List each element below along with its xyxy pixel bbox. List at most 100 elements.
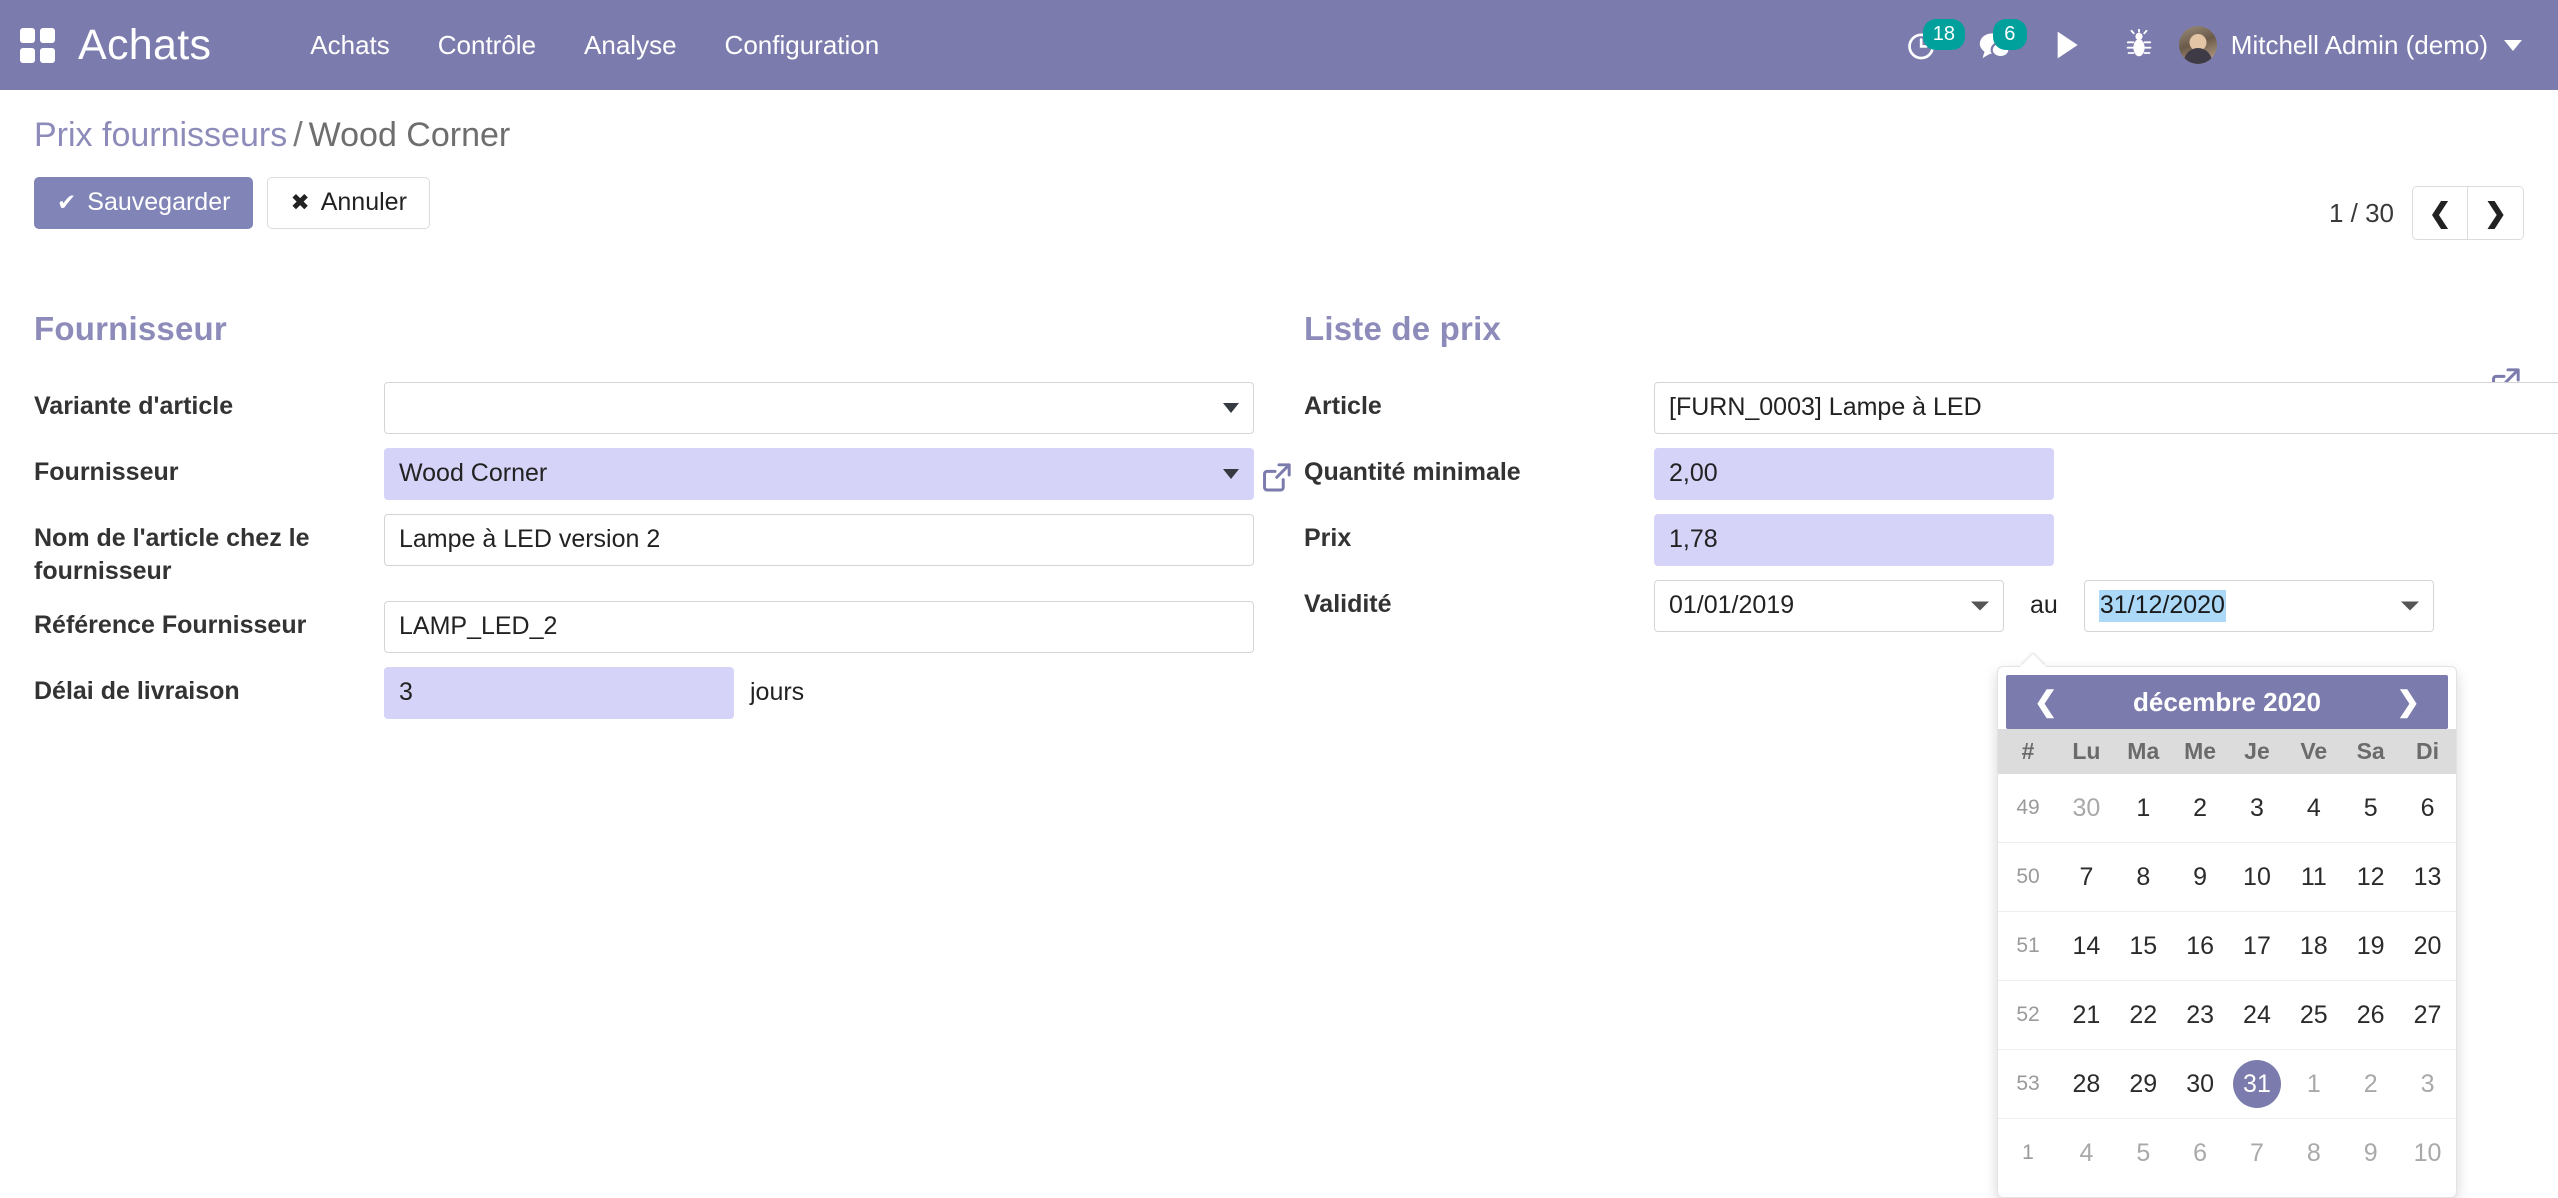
min-qty-input[interactable]: 2,00 — [1654, 447, 2054, 500]
datepicker-week-number: 49 — [2016, 796, 2040, 819]
app-brand-title[interactable]: Achats — [78, 21, 211, 70]
pager-previous-button[interactable]: ❮ — [2412, 186, 2468, 240]
run-button[interactable] — [2031, 17, 2103, 73]
datepicker-day-cell[interactable]: 4 — [2285, 774, 2342, 843]
product-name-input[interactable]: Lampe à LED version 2 — [384, 513, 1254, 566]
validity-date-from-input[interactable]: 01/01/2019 — [1654, 579, 2004, 632]
field-label-min-qty: Quantité minimale — [1263, 448, 1654, 494]
menu-item-analyse[interactable]: Analyse — [560, 20, 701, 71]
breadcrumb-root-link[interactable]: Prix fournisseurs — [34, 116, 287, 154]
field-label-validity: Validité — [1304, 589, 1392, 618]
datepicker-day-cell[interactable]: 20 — [2399, 911, 2456, 981]
datepicker-day-cell[interactable]: 19 — [2342, 911, 2400, 981]
min-qty-value: 2,00 — [1669, 459, 1718, 487]
datepicker-day-cell[interactable]: 13 — [2399, 842, 2456, 912]
price-input[interactable]: 1,78 — [1654, 513, 2054, 566]
apps-grid-cell — [19, 47, 35, 63]
datepicker-day-cell[interactable]: 12 — [2342, 842, 2400, 912]
min-qty-external-link-icon[interactable] — [1260, 460, 1294, 494]
datepicker-day-label: 6 — [2193, 1138, 2208, 1167]
datepicker-day-cell[interactable]: 24 — [2228, 980, 2286, 1050]
datepicker-day-cell[interactable]: 30 — [2058, 774, 2115, 843]
datepicker-day-label: 26 — [2356, 1000, 2385, 1029]
record-action-buttons: ✔ Sauvegarder ✖ Annuler — [34, 177, 2524, 229]
datepicker-day-cell[interactable]: 21 — [2058, 980, 2115, 1050]
datepicker-day-cell[interactable]: 6 — [2171, 1118, 2229, 1187]
datepicker-week-number: 53 — [1998, 1049, 2058, 1119]
debug-menu-button[interactable] — [2103, 17, 2175, 73]
datepicker-previous-month-button[interactable]: ❮ — [2028, 686, 2063, 718]
datepicker-day-cell[interactable]: 25 — [2285, 980, 2343, 1050]
pager-next-button[interactable]: ❯ — [2468, 186, 2524, 240]
datepicker-day-cell[interactable]: 22 — [2114, 980, 2172, 1050]
datepicker-day-cell[interactable]: 7 — [2058, 842, 2115, 912]
datepicker-day-cell[interactable]: 2 — [2172, 774, 2229, 843]
messages-menu-button[interactable]: 6 — [1959, 17, 2031, 73]
datepicker-day-cell[interactable]: 11 — [2285, 842, 2343, 912]
datepicker-day-cell[interactable]: 8 — [2114, 842, 2172, 912]
datepicker-day-cell[interactable]: 29 — [2114, 1049, 2172, 1119]
datepicker-day-label: 19 — [2356, 931, 2385, 960]
datepicker-day-cell[interactable]: 5 — [2342, 774, 2399, 843]
menu-item-achats[interactable]: Achats — [286, 20, 414, 71]
save-button[interactable]: ✔ Sauvegarder — [34, 177, 254, 229]
datepicker-week-row: 51 14 15 16 17 18 19 20 — [1998, 911, 2456, 981]
field-product-code: Référence Fournisseur LAMP_LED_2 — [34, 600, 1274, 655]
datepicker-day-cell[interactable]: 10 — [2399, 1118, 2456, 1187]
datepicker-day-cell[interactable]: 1 — [2115, 774, 2172, 843]
datepicker-day-cell[interactable]: 5 — [2114, 1118, 2172, 1187]
messages-count-badge: 6 — [1992, 19, 2027, 50]
apps-grid-icon[interactable] — [18, 26, 56, 64]
datepicker-day-label: 8 — [2306, 1138, 2321, 1167]
datepicker-day-label: 7 — [2250, 1138, 2264, 1167]
datepicker-day-cell[interactable]: 23 — [2171, 980, 2229, 1050]
datepicker-day-cell[interactable]: 30 — [2171, 1049, 2229, 1119]
datepicker-header: ❮ décembre 2020 ❯ — [2006, 675, 2448, 729]
field-vendor: Fournisseur Wood Corner — [34, 447, 1274, 502]
datepicker-day-cell[interactable]: 9 — [2342, 1118, 2400, 1187]
discard-button[interactable]: ✖ Annuler — [267, 177, 430, 229]
datepicker-day-cell[interactable]: 7 — [2228, 1118, 2286, 1187]
vendor-input[interactable]: Wood Corner — [384, 447, 1254, 500]
datepicker-day-cell[interactable]: 28 — [2058, 1049, 2115, 1119]
datepicker-day-cell[interactable]: 8 — [2285, 1118, 2343, 1187]
field-product: Article [FURN_0003] Lampe à LED — [1304, 381, 2558, 436]
datepicker-day-cell[interactable]: 9 — [2171, 842, 2229, 912]
datepicker-day-cell[interactable]: 17 — [2228, 911, 2286, 981]
menu-item-controle[interactable]: Contrôle — [414, 20, 560, 71]
datepicker-day-cell[interactable]: 14 — [2058, 911, 2115, 981]
delivery-lead-time-input[interactable]: 3 — [384, 666, 734, 719]
datepicker-day-cell[interactable]: 27 — [2399, 980, 2456, 1050]
validity-date-to-input[interactable]: 31/12/2020 — [2083, 579, 2434, 632]
product-input[interactable]: [FURN_0003] Lampe à LED — [1654, 381, 2558, 434]
chevron-down-icon — [1223, 468, 1239, 479]
datepicker-day-cell[interactable]: 2 — [2342, 1049, 2400, 1119]
datepicker-day-cell[interactable]: 4 — [2058, 1118, 2115, 1187]
datepicker-day-cell[interactable]: 15 — [2114, 911, 2172, 981]
datepicker-day-cell[interactable]: 1 — [2285, 1049, 2343, 1119]
datepicker-day-cell[interactable]: 6 — [2399, 774, 2456, 843]
product-variant-input[interactable] — [384, 381, 1254, 434]
datepicker-day-cell[interactable]: 10 — [2228, 842, 2286, 912]
datepicker-day-label: 23 — [2186, 1000, 2215, 1029]
datepicker-day-cell[interactable]: 31 — [2228, 1049, 2286, 1119]
min-qty-label-text: Quantité minimale — [1304, 457, 1521, 486]
activities-menu-button[interactable]: 18 — [1889, 17, 1966, 73]
datepicker-month-title[interactable]: décembre 2020 — [2133, 687, 2321, 718]
supplier-group-title: Fournisseur — [34, 309, 227, 347]
datepicker-day-label: 5 — [2363, 793, 2378, 822]
product-code-input[interactable]: LAMP_LED_2 — [384, 600, 1254, 653]
datepicker-day-cell[interactable]: 16 — [2171, 911, 2229, 981]
datepicker-week-number: 52 — [1998, 980, 2058, 1050]
datepicker-day-label: 10 — [2243, 862, 2271, 891]
user-menu[interactable]: Mitchell Admin (demo) — [2175, 18, 2532, 72]
datepicker-day-cell[interactable]: 18 — [2285, 911, 2343, 981]
datepicker-day-cell[interactable]: 3 — [2229, 774, 2286, 843]
datepicker-day-label: 16 — [2186, 931, 2215, 960]
datepicker-next-month-button[interactable]: ❯ — [2391, 686, 2426, 718]
menu-item-configuration[interactable]: Configuration — [701, 20, 904, 71]
discard-button-label: Annuler — [320, 188, 407, 216]
datepicker-day-cell[interactable]: 26 — [2342, 980, 2400, 1050]
datepicker-day-cell[interactable]: 3 — [2399, 1049, 2456, 1119]
datepicker-dow-ve: Ve — [2300, 738, 2328, 764]
